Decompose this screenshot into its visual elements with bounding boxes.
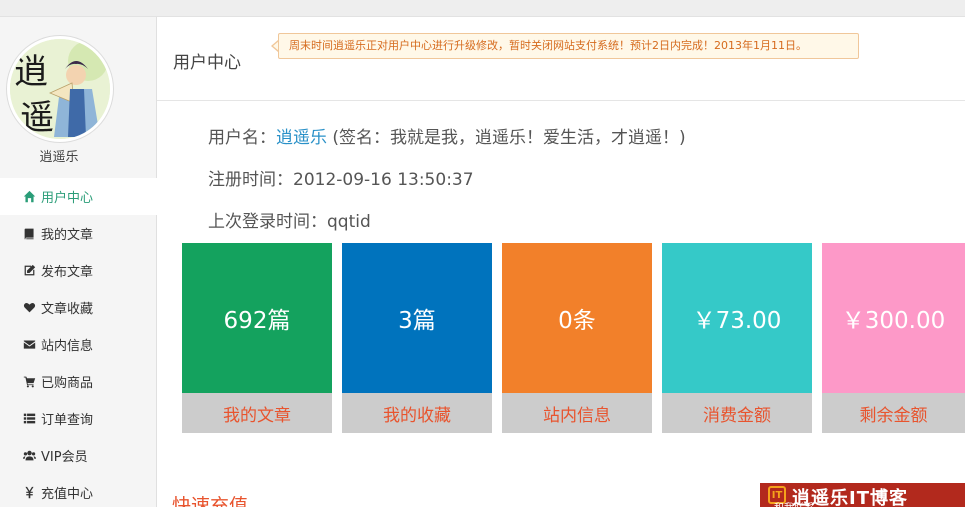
username-link[interactable]: 逍遥乐 [276, 128, 327, 148]
sidebar-item-publish-article[interactable]: 发布文章 [0, 252, 157, 289]
home-icon [22, 190, 36, 204]
stat-card-articles[interactable]: 692篇 我的文章 [182, 243, 332, 433]
heart-icon [22, 301, 36, 315]
sidebar-item-orders[interactable]: 订单查询 [0, 400, 157, 437]
stat-label[interactable]: 剩余金额 [822, 393, 965, 433]
page-title: 用户中心 [173, 53, 241, 73]
sidebar-menu: 用户中心 我的文章 发布文章 文章收藏 站内信息 已购商品 订单查询 VIP会员… [0, 178, 157, 507]
sidebar-item-label: 站内信息 [41, 339, 94, 354]
notice-banner: 周末时间逍遥乐正对用户中心进行升级修改，暂时关闭网站支付系统！预计2日内完成！2… [278, 33, 859, 59]
stat-card-balance[interactable]: ￥300.00 剩余金额 [822, 243, 965, 433]
top-bar [0, 0, 965, 17]
profile-register-row: 注册时间：2012-09-16 13:50:37 [208, 165, 474, 190]
sidebar-item-label: VIP会员 [41, 450, 88, 465]
sidebar-username: 逍遥乐 [39, 150, 79, 165]
register-time: 2012-09-16 13:50:37 [293, 170, 474, 190]
profile-last-login-row: 上次登录时间：qqtid [208, 207, 371, 232]
stat-card-favorites[interactable]: 3篇 我的收藏 [342, 243, 492, 433]
stat-label[interactable]: 我的收藏 [342, 393, 492, 433]
sidebar-item-favorites[interactable]: 文章收藏 [0, 289, 157, 326]
stat-card-messages[interactable]: 0条 站内信息 [502, 243, 652, 433]
sidebar-item-vip[interactable]: VIP会员 [0, 437, 157, 474]
book-icon [22, 227, 36, 241]
sidebar-item-label: 用户中心 [41, 191, 94, 206]
stat-label[interactable]: 消费金额 [662, 393, 812, 433]
stat-value: 692篇 [182, 243, 332, 393]
avatar[interactable]: 逍 遥 [7, 36, 113, 142]
stat-value: 0条 [502, 243, 652, 393]
stat-label[interactable]: 站内信息 [502, 393, 652, 433]
stat-value: ￥300.00 [822, 243, 965, 393]
cart-icon [22, 375, 36, 389]
page-header: 用户中心 周末时间逍遥乐正对用户中心进行升级修改，暂时关闭网站支付系统！预计2日… [157, 17, 965, 101]
sidebar: 逍 遥 逍遥乐 用户中心 我的文章 发布文章 文章收藏 站内信息 已购商品 订单… [0, 17, 157, 507]
sidebar-item-label: 充值中心 [41, 487, 94, 502]
sidebar-item-label: 订单查询 [41, 413, 94, 428]
svg-text:逍: 逍 [14, 52, 48, 92]
stat-value: 3篇 [342, 243, 492, 393]
yen-icon [22, 486, 36, 500]
edit-icon [22, 264, 36, 278]
contact-link[interactable]: 和我联系 [774, 499, 814, 507]
signature-text: (签名：我就是我，逍遥乐！爱生活，才逍遥！) [327, 128, 686, 148]
avatar-image: 逍 遥 [10, 39, 110, 139]
sidebar-item-label: 文章收藏 [41, 302, 94, 317]
register-label: 注册时间： [208, 170, 293, 190]
last-login-label: 上次登录时间： [208, 212, 327, 232]
envelope-icon [22, 338, 36, 352]
profile-username-row: 用户名：逍遥乐 (签名：我就是我，逍遥乐！爱生活，才逍遥！) [208, 123, 686, 148]
stat-value: ￥73.00 [662, 243, 812, 393]
sidebar-item-my-articles[interactable]: 我的文章 [0, 215, 157, 252]
brand-watermark: IT 逍遥乐IT博客 和我联系 [760, 483, 965, 507]
users-icon [22, 449, 36, 463]
last-login-value: qqtid [327, 212, 371, 232]
stat-label[interactable]: 我的文章 [182, 393, 332, 433]
list-icon [22, 412, 36, 426]
main-content: 用户中心 周末时间逍遥乐正对用户中心进行升级修改，暂时关闭网站支付系统！预计2日… [157, 17, 965, 507]
username-label: 用户名： [208, 128, 276, 148]
sidebar-item-messages[interactable]: 站内信息 [0, 326, 157, 363]
sidebar-item-recharge[interactable]: 充值中心 [0, 474, 157, 507]
sidebar-item-purchased[interactable]: 已购商品 [0, 363, 157, 400]
sidebar-item-label: 发布文章 [41, 265, 94, 280]
notice-arrow [271, 40, 279, 52]
quick-recharge-title: 快速充值 [172, 495, 249, 507]
sidebar-item-label: 我的文章 [41, 228, 94, 243]
sidebar-item-user-center[interactable]: 用户中心 [0, 178, 157, 215]
sidebar-item-label: 已购商品 [41, 376, 94, 391]
stat-card-spent[interactable]: ￥73.00 消费金额 [662, 243, 812, 433]
svg-text:遥: 遥 [20, 98, 54, 138]
